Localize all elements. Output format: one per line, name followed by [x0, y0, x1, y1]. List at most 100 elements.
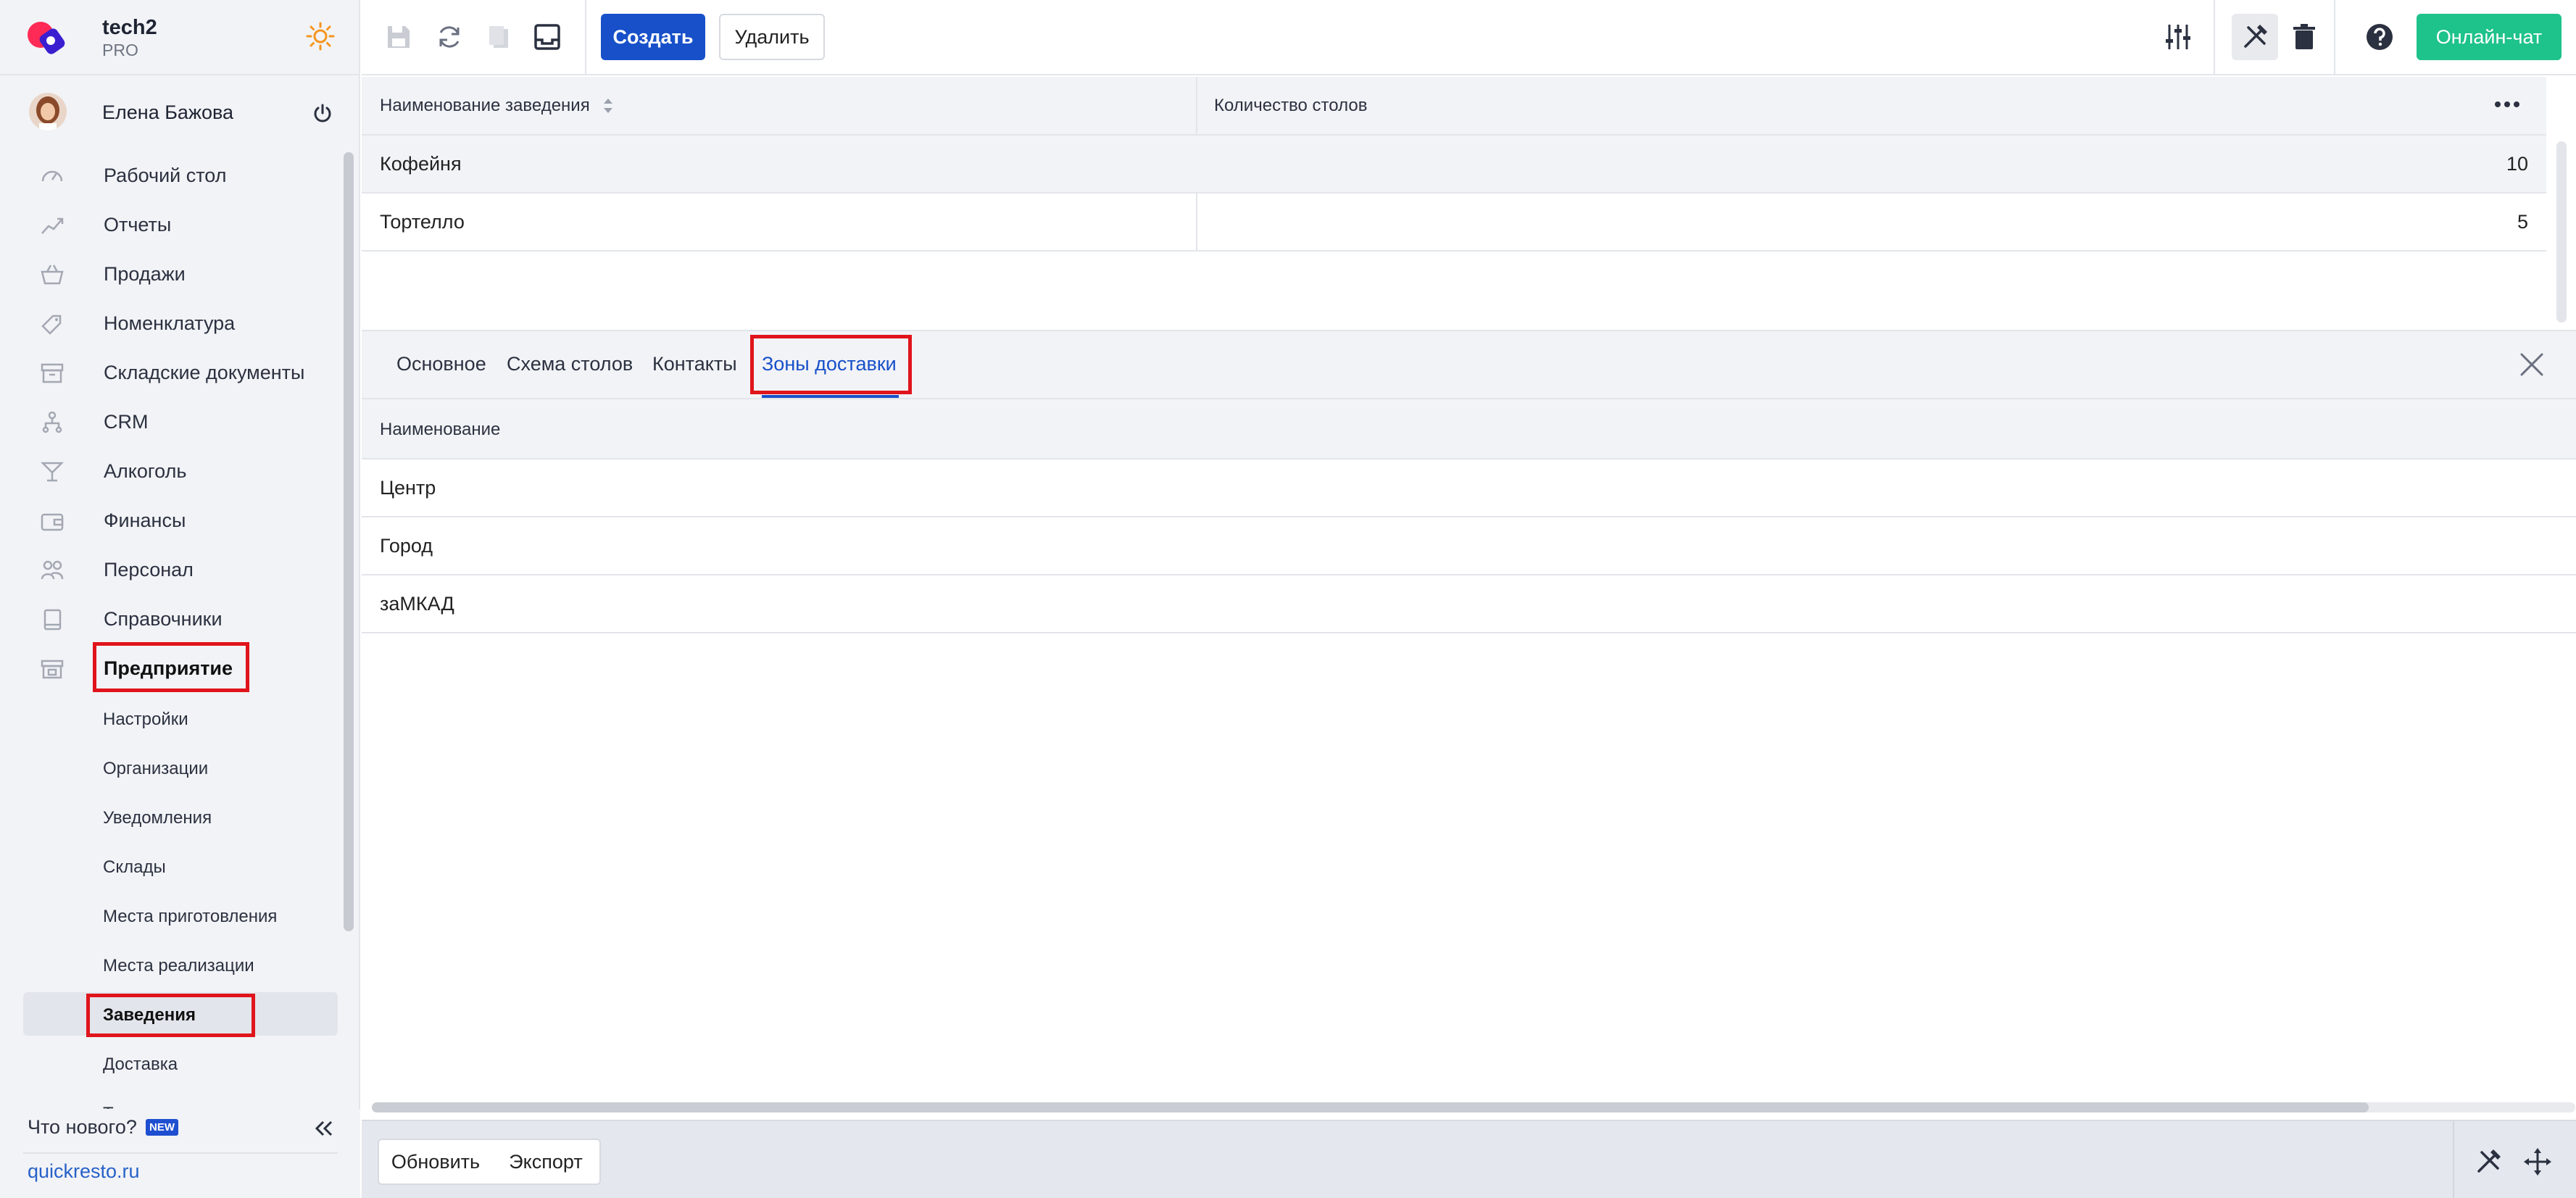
book-icon — [43, 609, 62, 631]
tab-delivery-zones[interactable]: Зоны доставки — [762, 353, 897, 375]
refresh-icon[interactable] — [434, 22, 465, 52]
theme-sun-icon[interactable] — [306, 22, 335, 51]
footer-divider — [2453, 1121, 2454, 1198]
column-header-tables[interactable]: Количество столов — [1214, 96, 1367, 116]
tab-main[interactable]: Основное — [396, 353, 486, 375]
table-vertical-scrollbar[interactable] — [2556, 141, 2567, 323]
tools-icon[interactable] — [2474, 1147, 2503, 1176]
sidebar-subitem-settings[interactable]: Настройки — [0, 696, 341, 740]
app-plan: PRO — [102, 41, 138, 59]
avatar[interactable] — [29, 93, 67, 130]
table-row[interactable]: заМКАД — [362, 575, 2576, 633]
sidebar-item-label: Номенклатура — [104, 312, 236, 334]
cell-zone-name: заМКАД — [380, 593, 454, 615]
tools-icon[interactable] — [2240, 22, 2270, 52]
detail-tabs: Основное Схема столов Контакты Зоны дост… — [362, 330, 2576, 399]
sidebar-item-enterprise[interactable]: Предприятие — [0, 646, 341, 689]
sidebar-item-label: Справочники — [104, 608, 223, 630]
table-row[interactable]: Центр — [362, 459, 2576, 517]
sidebar-item-label: Финансы — [104, 509, 186, 531]
sidebar-subitem-notifications[interactable]: Уведомления — [0, 795, 341, 839]
storefront-icon — [41, 660, 64, 679]
user-name: Елена Бажова — [102, 101, 234, 123]
table-row[interactable]: Тортелло 5 — [362, 194, 2546, 251]
delete-button[interactable]: Удалить — [719, 14, 825, 60]
sidebar-item-label: Складские документы — [104, 362, 305, 383]
app-logo-icon[interactable] — [26, 19, 67, 57]
cell-name: Тортелло — [380, 211, 465, 233]
sidebar-item-label: Отчеты — [104, 214, 172, 236]
refresh-button[interactable]: Обновить — [378, 1139, 494, 1185]
column-header-zone-name[interactable]: Наименование — [380, 420, 500, 440]
toolbar: Создать Удалить Онлайн-чат — [362, 0, 2576, 75]
move-arrows-icon[interactable] — [2523, 1147, 2552, 1176]
speedometer-icon — [41, 170, 63, 182]
more-options-icon[interactable] — [2493, 97, 2522, 112]
horizontal-scrollbar-thumb[interactable] — [372, 1102, 2369, 1112]
site-link[interactable]: quickresto.ru — [28, 1160, 140, 1183]
sidebar-subitem-cooking-places[interactable]: Места приготовления — [0, 894, 341, 937]
footer-bar: Обновить Экспорт — [362, 1120, 2576, 1198]
tab-table-scheme[interactable]: Схема столов — [507, 353, 633, 375]
toolbar-divider — [2214, 0, 2215, 75]
sidebar-item-dashboard[interactable]: Рабочий стол — [0, 153, 341, 196]
people-hierarchy-icon — [42, 411, 62, 433]
sidebar-item-label: Предприятие — [104, 657, 233, 679]
table-row[interactable]: Город — [362, 517, 2576, 575]
sidebar-subitem-establishments[interactable]: Заведения — [23, 992, 338, 1036]
sidebar-item-crm[interactable]: CRM — [0, 399, 341, 443]
sidebar-item-label: CRM — [104, 411, 149, 433]
sort-icon[interactable] — [601, 96, 615, 116]
active-tab-indicator — [762, 395, 899, 398]
zones-table-header: Наименование — [362, 399, 2576, 459]
export-button[interactable]: Экспорт — [492, 1139, 601, 1185]
online-chat-button[interactable]: Онлайн-чат — [2417, 14, 2562, 60]
horizontal-scrollbar[interactable] — [372, 1102, 2575, 1112]
sidebar-subitem-sale-places[interactable]: Места реализации — [0, 943, 341, 986]
cell-zone-name: Город — [380, 535, 433, 557]
sliders-icon[interactable] — [2163, 22, 2193, 52]
sidebar-item-label: Персонал — [104, 559, 194, 581]
sidebar-item-alcohol[interactable]: Алкоголь — [0, 449, 341, 492]
sidebar-item-staff[interactable]: Персонал — [0, 547, 341, 591]
sidebar-item-sales[interactable]: Продажи — [0, 251, 341, 295]
sidebar-subitem-label: Уведомления — [103, 808, 212, 828]
brand-header: tech2 PRO — [0, 0, 360, 75]
chart-line-icon — [41, 217, 64, 234]
sidebar-item-label: Рабочий стол — [104, 165, 227, 186]
help-icon[interactable] — [2364, 22, 2395, 52]
sidebar-item-warehouse-docs[interactable]: Складские документы — [0, 350, 341, 394]
cocktail-glass-icon — [40, 462, 65, 482]
sidebar-item-nomenclature[interactable]: Номенклатура — [0, 301, 341, 344]
sidebar-subitem-label: Места реализации — [103, 956, 254, 976]
cell-tables: 5 — [2517, 211, 2528, 233]
sidebar-item-references[interactable]: Справочники — [0, 596, 341, 640]
sidebar-subitem-label: Места приготовления — [103, 907, 278, 926]
sidebar-scrollbar[interactable] — [344, 152, 354, 931]
power-icon[interactable] — [312, 103, 333, 125]
trash-icon[interactable] — [2289, 22, 2319, 52]
sidebar-item-reports[interactable]: Отчеты — [0, 202, 341, 246]
sidebar-subitem-organizations[interactable]: Организации — [0, 746, 341, 789]
column-header-name[interactable]: Наименование заведения — [380, 96, 590, 116]
sidebar-subitem-delivery[interactable]: Доставка — [0, 1041, 341, 1085]
save-icon[interactable] — [383, 22, 414, 52]
copy-icon[interactable] — [483, 22, 514, 52]
close-icon[interactable] — [2519, 352, 2545, 378]
toolbar-divider — [2334, 0, 2335, 75]
collapse-sidebar-icon[interactable] — [313, 1118, 335, 1139]
table-row[interactable]: Кофейня 10 — [362, 136, 2546, 194]
sidebar-item-finance[interactable]: Финансы — [0, 498, 341, 541]
sidebar-item-label: Продажи — [104, 263, 186, 285]
whats-new-link[interactable]: Что нового? — [28, 1116, 137, 1139]
tab-contacts[interactable]: Контакты — [652, 353, 737, 375]
inbox-icon[interactable] — [532, 22, 562, 52]
tag-icon — [41, 315, 62, 335]
cell-tables: 10 — [2506, 153, 2528, 175]
create-button[interactable]: Создать — [601, 14, 705, 60]
wallet-icon — [41, 513, 64, 531]
sidebar-item-label: Алкоголь — [104, 460, 187, 482]
sidebar-scrollbar-thumb[interactable] — [344, 152, 354, 931]
sidebar-subitem-label: Организации — [103, 759, 209, 778]
sidebar-subitem-warehouses[interactable]: Склады — [0, 844, 341, 888]
